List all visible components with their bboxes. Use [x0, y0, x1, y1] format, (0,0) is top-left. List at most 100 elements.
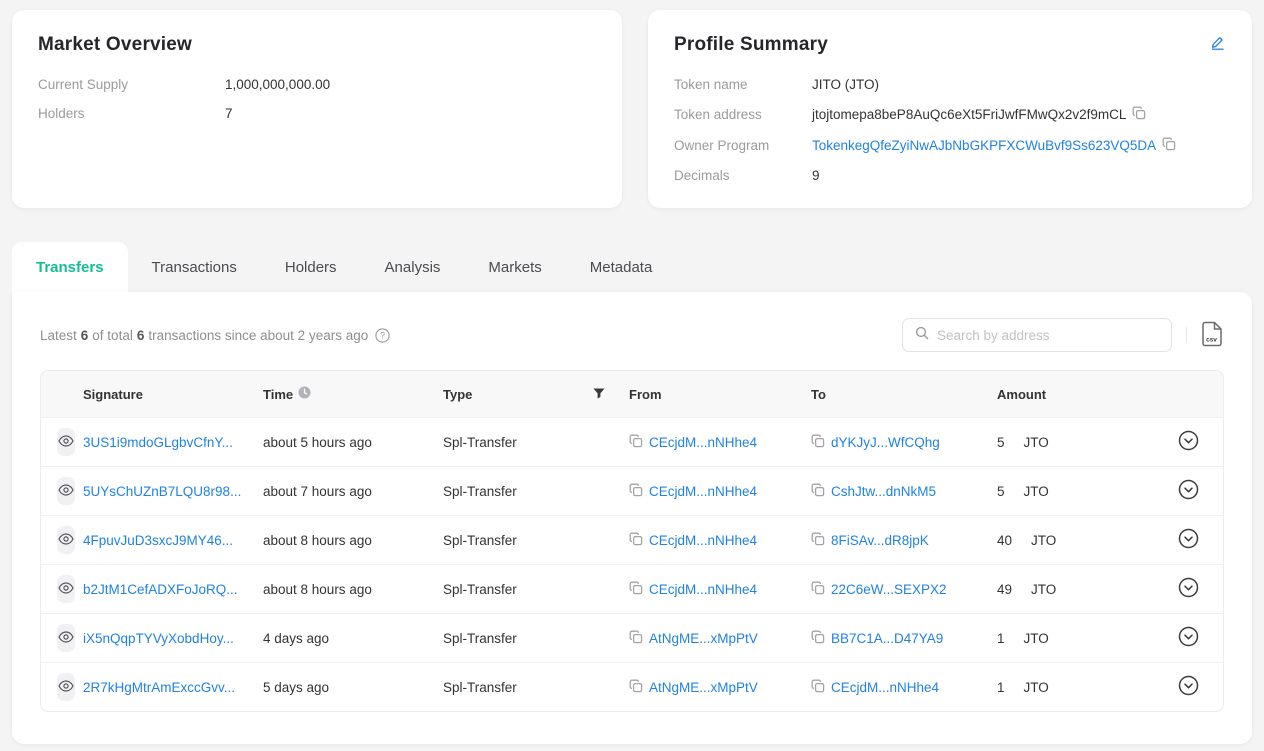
- edit-profile-button[interactable]: [1209, 34, 1226, 54]
- copy-from-button[interactable]: [629, 434, 643, 451]
- holders-row: Holders 7: [38, 99, 596, 128]
- from-address-link[interactable]: CEcjdM...nNHhe4: [649, 533, 757, 548]
- copy-token-address-button[interactable]: [1132, 106, 1146, 123]
- copy-icon: [811, 679, 825, 696]
- expand-row-button[interactable]: [1178, 479, 1199, 503]
- from-address-link[interactable]: CEcjdM...nNHhe4: [649, 484, 757, 499]
- amount-value: 5: [997, 435, 1005, 450]
- table-row: b2JtM1CefADXFoJoRQ... about 8 hours ago …: [41, 564, 1223, 613]
- signature-link[interactable]: iX5nQqpTYVyXobdHoy...: [83, 631, 234, 646]
- tab-transfers[interactable]: Transfers: [12, 242, 128, 292]
- table-header-row: Signature Time Type From: [41, 371, 1223, 417]
- copy-from-button[interactable]: [629, 581, 643, 598]
- tab-metadata[interactable]: Metadata: [566, 242, 677, 292]
- preview-eye-button[interactable]: [57, 575, 75, 603]
- preview-eye-button[interactable]: [57, 673, 75, 701]
- copy-from-button[interactable]: [629, 630, 643, 647]
- time-cell: about 7 hours ago: [255, 484, 435, 499]
- summary-latest-label: Latest: [40, 328, 77, 343]
- token-address-value: jtojtomepa8beP8AuQc6eXt5FriJwfFMwQx2v2f9…: [812, 107, 1126, 122]
- copy-from-button[interactable]: [629, 483, 643, 500]
- transfers-summary: Latest 6 of total 6 transactions since a…: [40, 328, 390, 343]
- token-name-row: Token name JITO (JTO): [674, 70, 1226, 99]
- token-address-label: Token address: [674, 107, 812, 122]
- owner-program-link[interactable]: TokenkegQfeZyiNwAJbNbGKPFXCWuBvf9Ss623VQ…: [812, 138, 1156, 153]
- time-cell: 4 days ago: [255, 631, 435, 646]
- copy-to-button[interactable]: [811, 483, 825, 500]
- summary-total-count: 6: [137, 328, 145, 343]
- preview-eye-button[interactable]: [57, 624, 75, 652]
- signature-link[interactable]: 2R7kHgMtrAmExccGvv...: [83, 680, 235, 695]
- copy-to-button[interactable]: [811, 532, 825, 549]
- eye-icon: [58, 631, 74, 646]
- preview-eye-button[interactable]: [57, 526, 75, 554]
- filter-icon[interactable]: [593, 387, 605, 402]
- type-cell: Spl-Transfer: [435, 533, 621, 548]
- tab-transactions[interactable]: Transactions: [128, 242, 261, 292]
- eye-icon: [58, 484, 74, 499]
- to-address-link[interactable]: CEcjdM...nNHhe4: [831, 680, 939, 695]
- eye-icon: [58, 435, 74, 450]
- copy-to-button[interactable]: [811, 679, 825, 696]
- signature-link[interactable]: b2JtM1CefADXFoJoRQ...: [83, 582, 238, 597]
- to-address-link[interactable]: 22C6eW...SEXPX2: [831, 582, 947, 597]
- copy-to-button[interactable]: [811, 630, 825, 647]
- type-cell: Spl-Transfer: [435, 680, 621, 695]
- copy-from-button[interactable]: [629, 532, 643, 549]
- chevron-down-circle-icon: [1178, 675, 1199, 699]
- to-address-link[interactable]: BB7C1A...D47YA9: [831, 631, 943, 646]
- preview-eye-button[interactable]: [57, 477, 75, 505]
- amount-unit: JTO: [1024, 435, 1049, 450]
- signature-link[interactable]: 4FpuvJuD3sxcJ9MY46...: [83, 533, 233, 548]
- copy-from-button[interactable]: [629, 679, 643, 696]
- copy-to-button[interactable]: [811, 581, 825, 598]
- copy-icon: [629, 679, 643, 696]
- expand-row-button[interactable]: [1178, 528, 1199, 552]
- chevron-down-circle-icon: [1178, 430, 1199, 454]
- summary-of-total-label: of total: [92, 328, 133, 343]
- from-address-link[interactable]: AtNgME...xMpPtV: [649, 631, 758, 646]
- header-from: From: [621, 387, 803, 402]
- search-input[interactable]: [937, 328, 1161, 343]
- header-time[interactable]: Time: [255, 386, 435, 402]
- holders-value: 7: [225, 106, 233, 121]
- copy-icon: [1162, 137, 1176, 154]
- expand-row-button[interactable]: [1178, 430, 1199, 454]
- tab-bar: Transfers Transactions Holders Analysis …: [12, 242, 676, 292]
- table-row: 3US1i9mdoGLgbvCfnY... about 5 hours ago …: [41, 417, 1223, 466]
- table-row: 4FpuvJuD3sxcJ9MY46... about 8 hours ago …: [41, 515, 1223, 564]
- tab-analysis[interactable]: Analysis: [361, 242, 465, 292]
- preview-eye-button[interactable]: [57, 428, 75, 456]
- copy-icon: [1132, 106, 1146, 123]
- copy-icon: [629, 434, 643, 451]
- transfers-toolbar: Latest 6 of total 6 transactions since a…: [12, 292, 1252, 370]
- table-row: iX5nQqpTYVyXobdHoy... 4 days ago Spl-Tra…: [41, 613, 1223, 662]
- tab-markets[interactable]: Markets: [464, 242, 565, 292]
- search-box[interactable]: [902, 318, 1172, 352]
- to-address-link[interactable]: CshJtw...dnNkM5: [831, 484, 936, 499]
- expand-row-button[interactable]: [1178, 675, 1199, 699]
- to-address-link[interactable]: dYKJyJ...WfCQhg: [831, 435, 940, 450]
- from-address-link[interactable]: CEcjdM...nNHhe4: [649, 435, 757, 450]
- export-csv-button[interactable]: csv: [1201, 321, 1224, 350]
- copy-to-button[interactable]: [811, 434, 825, 451]
- from-address-link[interactable]: CEcjdM...nNHhe4: [649, 582, 757, 597]
- signature-link[interactable]: 5UYsChUZnB7LQU8r98...: [83, 484, 241, 499]
- help-question-icon[interactable]: ?: [375, 328, 390, 343]
- expand-row-button[interactable]: [1178, 577, 1199, 601]
- to-address-link[interactable]: 8FiSAv...dR8jpK: [831, 533, 929, 548]
- decimals-value: 9: [812, 168, 820, 183]
- token-name-label: Token name: [674, 77, 812, 92]
- time-cell: about 8 hours ago: [255, 533, 435, 548]
- summary-latest-count: 6: [81, 328, 89, 343]
- tab-holders[interactable]: Holders: [261, 242, 361, 292]
- time-cell: 5 days ago: [255, 680, 435, 695]
- header-signature: Signature: [75, 387, 255, 402]
- svg-text:?: ?: [380, 330, 385, 340]
- amount-unit: JTO: [1031, 582, 1056, 597]
- expand-row-button[interactable]: [1178, 626, 1199, 650]
- signature-link[interactable]: 3US1i9mdoGLgbvCfnY...: [83, 435, 233, 450]
- current-supply-label: Current Supply: [38, 77, 225, 92]
- from-address-link[interactable]: AtNgME...xMpPtV: [649, 680, 758, 695]
- copy-owner-program-button[interactable]: [1162, 137, 1176, 154]
